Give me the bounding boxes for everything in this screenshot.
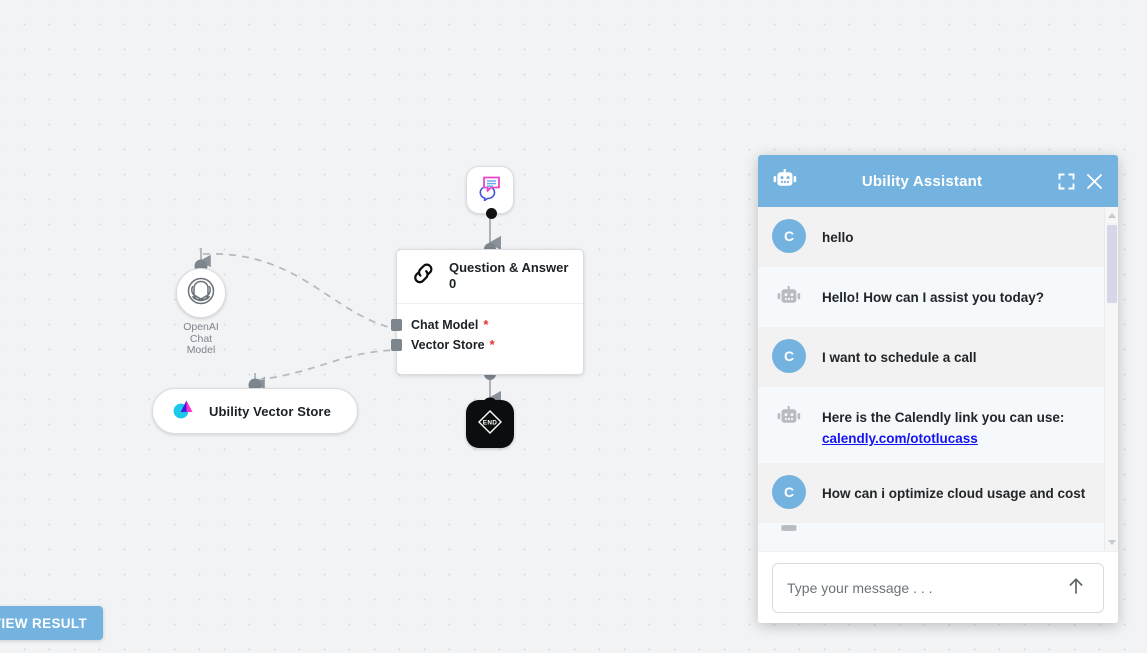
end-node[interactable]: END bbox=[466, 400, 514, 448]
chat-model-label: Chat Model bbox=[411, 318, 479, 332]
avatar: C bbox=[772, 219, 806, 253]
svg-text:END: END bbox=[483, 419, 497, 426]
chat-message-list[interactable]: C hello Hello! How can I assist you toda… bbox=[758, 207, 1118, 551]
openai-label-line1: OpenAI bbox=[183, 321, 219, 333]
message-text-prefix: Here is the Calendly link you can use: bbox=[822, 410, 1065, 425]
vector-store-label: Ubility Vector Store bbox=[209, 403, 331, 419]
caret-down-icon[interactable] bbox=[1108, 540, 1116, 545]
chat-model-input-handle[interactable] bbox=[391, 319, 402, 331]
ubility-vector-store-node[interactable]: Ubility Vector Store bbox=[152, 388, 358, 434]
chat-header: Ubility Assistant bbox=[758, 155, 1118, 207]
openai-chat-model-node[interactable]: OpenAI Chat Model bbox=[176, 268, 226, 356]
message-text: hello bbox=[822, 230, 854, 245]
scrollbar-thumb[interactable] bbox=[1107, 225, 1117, 303]
chat-model-required-marker: * bbox=[483, 317, 489, 332]
question-answer-node[interactable]: Question & Answer 0 Chat Model * Vector … bbox=[391, 249, 584, 375]
chat-message-row: C hello bbox=[758, 207, 1118, 267]
openai-node-label: OpenAI Chat Model bbox=[156, 321, 246, 357]
send-button[interactable] bbox=[1061, 573, 1091, 603]
chat-assistant-widget[interactable]: Ubility Assistant C hello Hello! How can… bbox=[758, 155, 1118, 623]
chat-footer bbox=[758, 551, 1118, 623]
expand-icon[interactable] bbox=[1052, 167, 1080, 195]
edge-vectorstore-to-vectorstore bbox=[256, 349, 397, 381]
view-result-button[interactable]: VIEW RESULT bbox=[0, 606, 104, 640]
vector-store-required-marker: * bbox=[489, 337, 495, 352]
caret-up-icon[interactable] bbox=[1108, 213, 1116, 218]
vector-store-label-field: Vector Store bbox=[411, 338, 485, 352]
message-text: Here is the Calendly link you can use: c… bbox=[822, 401, 1096, 449]
edge-openai-to-chatmodel bbox=[202, 253, 397, 330]
message-text: I want to schedule a call bbox=[822, 350, 977, 365]
qa-node-header: Question & Answer 0 bbox=[397, 250, 583, 304]
chat-message-row: Here is the Calendly link you can use: c… bbox=[758, 387, 1118, 463]
openai-logo-icon bbox=[185, 275, 217, 312]
avatar bbox=[772, 279, 806, 313]
chat-input-wrapper[interactable] bbox=[772, 562, 1104, 613]
chat-message-input[interactable] bbox=[787, 579, 1061, 596]
flow-canvas[interactable]: OpenAI Chat Model Ubility Vector Store Q… bbox=[0, 0, 1147, 653]
avatar: C bbox=[772, 339, 806, 373]
ubility-logo-icon bbox=[171, 398, 195, 425]
chat-message-row: C I want to schedule a call bbox=[758, 327, 1118, 387]
avatar bbox=[772, 525, 806, 531]
arrow-up-icon bbox=[1066, 576, 1086, 599]
chat-scrollbar[interactable] bbox=[1104, 207, 1118, 551]
chat-bubbles-icon bbox=[476, 175, 504, 206]
avatar bbox=[772, 399, 806, 433]
trigger-output-handle[interactable] bbox=[485, 207, 497, 219]
qa-node-fields: Chat Model * Vector Store * bbox=[391, 304, 583, 355]
qa-field-vector-store[interactable]: Vector Store * bbox=[391, 335, 583, 355]
openai-label-line3: Model bbox=[186, 344, 216, 356]
chat-message-row: C How can i optimize cloud usage and cos… bbox=[758, 463, 1118, 523]
close-icon[interactable] bbox=[1080, 167, 1108, 195]
avatar: C bbox=[772, 475, 806, 509]
message-text: Hello! How can I assist you today? bbox=[822, 290, 1045, 305]
qa-node-title: Question & Answer 0 bbox=[449, 260, 569, 291]
vector-store-input-handle[interactable] bbox=[391, 339, 402, 351]
chat-title: Ubility Assistant bbox=[861, 172, 983, 190]
chat-message-row: Hello! How can I assist you today? bbox=[758, 267, 1118, 327]
chat-message-row-partial bbox=[758, 523, 1118, 545]
calendly-link[interactable]: calendly.com/ototlucass bbox=[822, 431, 978, 446]
chat-trigger-node[interactable] bbox=[466, 166, 514, 219]
qa-field-chat-model[interactable]: Chat Model * bbox=[391, 315, 583, 335]
message-text: How can i optimize cloud usage and cost bbox=[822, 486, 1086, 501]
end-badge-icon: END bbox=[475, 407, 505, 442]
chain-link-icon bbox=[411, 261, 436, 291]
